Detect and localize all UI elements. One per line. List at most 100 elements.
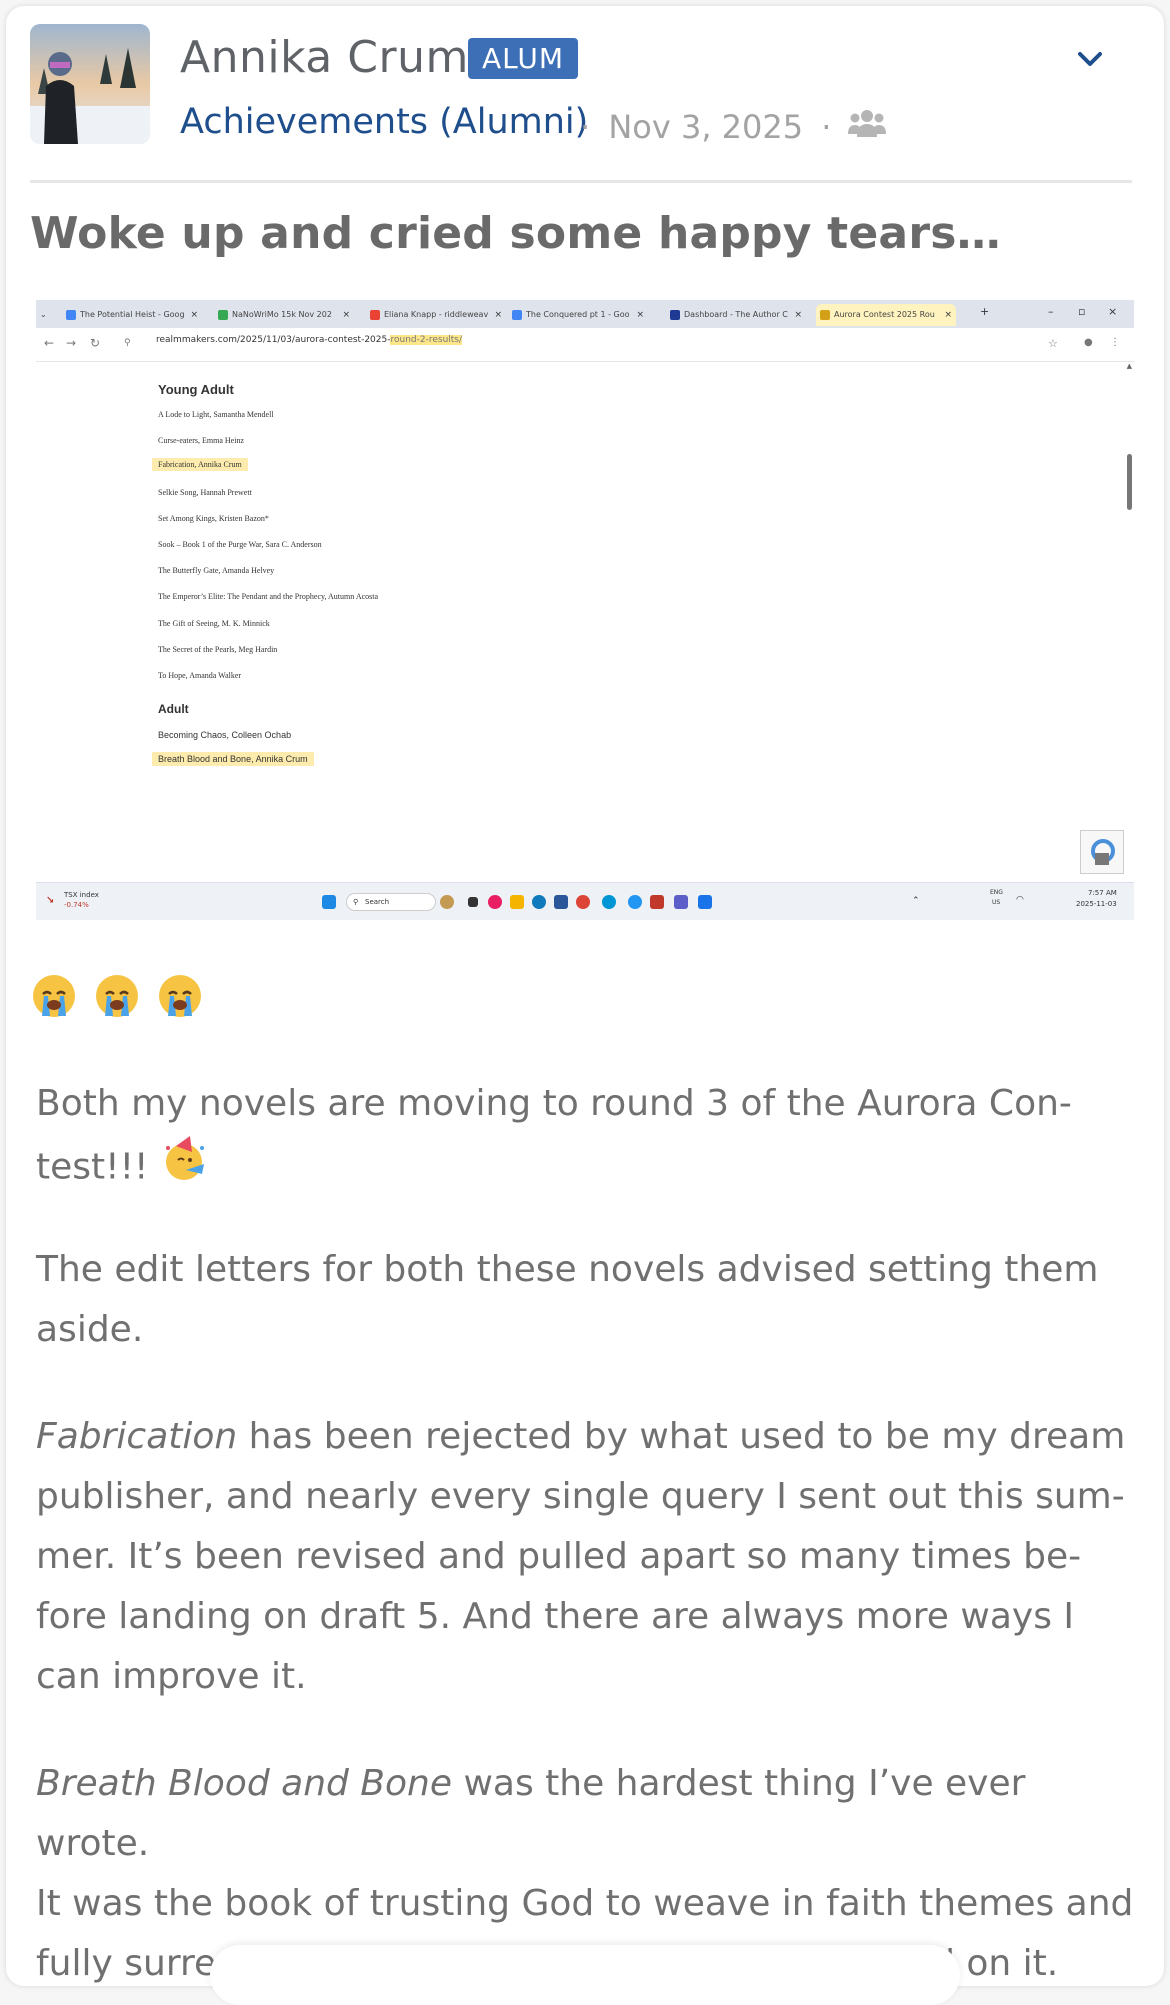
scrollbar xyxy=(1127,454,1132,510)
edge-icon xyxy=(532,895,546,909)
app-icon xyxy=(698,895,712,909)
book-title: Fabrication xyxy=(36,1416,238,1457)
avatar[interactable] xyxy=(30,24,150,144)
paragraph-line: publisher, and nearly every single query… xyxy=(36,1476,1125,1517)
reload-icon: ↻ xyxy=(90,336,101,350)
author-name[interactable]: Annika Crum xyxy=(180,32,469,83)
copilot-icon xyxy=(488,895,502,909)
loudly-crying-face-icon xyxy=(93,972,141,1024)
browser-tab[interactable]: The Conquered pt 1 - Goo × xyxy=(508,304,648,326)
paragraph: Both my novels are moving to round 3 of … xyxy=(36,1074,1136,1203)
stock-chart-icon: ↘ xyxy=(46,895,55,906)
page-content: ▲ Young Adult A Lode to Light, Samantha … xyxy=(36,362,1134,882)
post-title: Woke up and cried some happy tears… xyxy=(30,208,1001,259)
close-tab-icon[interactable]: × xyxy=(794,304,802,326)
post-header: Annika Crum ALUM Achievements (Alumni) ·… xyxy=(30,18,1130,148)
header-divider xyxy=(30,180,1132,183)
list-item: To Hope, Amanda Walker xyxy=(158,671,242,680)
browser-tab-bar: ⌄ The Potential Heist - Goog × NaNoWriMo 1… xyxy=(36,300,1134,328)
chevron-down-icon[interactable] xyxy=(1070,38,1110,78)
paragraph-line: Both my novels are moving to round 3 of … xyxy=(36,1083,1072,1124)
address-bar: ← → ↻ ⚲ realmmakers.com/2025/11/03/auror… xyxy=(36,328,1134,362)
emoji-row xyxy=(30,972,214,1024)
list-item-highlighted: Fabrication, Annika Crum xyxy=(152,458,248,471)
taskbar-search-label: Search xyxy=(365,898,390,906)
tab-list-icon: ⌄ xyxy=(40,310,47,319)
paragraph-line: test!!! xyxy=(36,1134,1136,1203)
tab-favicon-icon xyxy=(512,310,522,320)
tab-label: The Conquered pt 1 - Goo xyxy=(526,310,630,319)
paragraph-line: It was the book of trusting God to weave… xyxy=(36,1883,1134,1924)
close-tab-icon[interactable]: × xyxy=(190,304,198,326)
meta-separator: · xyxy=(580,108,591,146)
tab-label: Dashboard - The Author C xyxy=(684,310,788,319)
taskbar-search: ⚲ Search xyxy=(346,893,436,911)
tray-chevron-icon: ⌃ xyxy=(912,896,920,906)
close-tab-icon[interactable]: × xyxy=(944,304,952,326)
browser-tab[interactable]: The Potential Heist - Goog × xyxy=(62,304,202,326)
site-info-icon: ⚲ xyxy=(124,338,131,348)
meta-separator: · xyxy=(821,108,832,146)
close-tab-icon[interactable]: × xyxy=(342,304,350,326)
tray-region: US xyxy=(992,899,1001,906)
browser-tab[interactable]: Eliana Knapp - riddleweav × xyxy=(366,304,506,326)
group-link[interactable]: Achievements (Alumni) xyxy=(180,102,588,142)
chrome-icon xyxy=(576,895,590,909)
loudly-crying-face-icon xyxy=(156,972,204,1024)
section-heading: Young Adult xyxy=(158,382,234,397)
list-item: The Butterfly Gate, Amanda Helvey xyxy=(158,566,275,575)
list-item: The Secret of the Pearls, Meg Hardin xyxy=(158,645,278,654)
mcafee-icon xyxy=(650,895,664,909)
post-date[interactable]: Nov 3, 2025 xyxy=(608,108,803,146)
stock-change: -0.74% xyxy=(64,901,89,909)
close-tab-icon[interactable]: × xyxy=(494,304,502,326)
paragraph-text: test!!! xyxy=(36,1146,149,1188)
recaptcha-badge xyxy=(1080,830,1124,874)
browser-tab[interactable]: Aurora Contest 2025 Rou × xyxy=(816,304,956,326)
book-title: Breath Blood and Bone xyxy=(36,1763,452,1804)
url-highlight: round-2-results/ xyxy=(390,335,463,345)
hp-icon xyxy=(602,895,616,909)
back-icon: ← xyxy=(44,336,55,350)
embedded-screenshot[interactable]: ⌄ The Potential Heist - Goog × NaNoWriMo 1… xyxy=(36,300,1134,920)
close-window-icon: × xyxy=(1108,305,1118,318)
scroll-up-icon: ▲ xyxy=(1126,362,1132,370)
tray-date: 2025-11-03 xyxy=(1076,900,1117,908)
browser-tab[interactable]: NaNoWriMo 15k Nov 202 × xyxy=(214,304,354,326)
kebab-menu-icon: ⋮ xyxy=(1110,337,1120,348)
bottom-floating-bar[interactable] xyxy=(210,1945,960,2005)
loudly-crying-face-icon xyxy=(30,972,78,1024)
store-icon xyxy=(554,895,568,909)
tab-favicon-icon xyxy=(820,310,830,320)
list-item: A Lode to Light, Samantha Mendell xyxy=(158,410,274,419)
list-item: Set Among Kings, Kristen Bazon* xyxy=(158,514,269,523)
new-tab-icon: + xyxy=(980,305,990,318)
list-item-highlighted: Breath Blood and Bone, Annika Crum xyxy=(152,752,314,766)
profile-icon: ● xyxy=(1084,337,1093,348)
browser-tab[interactable]: Dashboard - The Author C × xyxy=(666,304,806,326)
windows-start-icon xyxy=(322,895,336,909)
list-item: Curse-eaters, Emma Heinz xyxy=(158,436,244,445)
tab-label: Eliana Knapp - riddleweav xyxy=(384,310,489,319)
paragraph-line: aside. xyxy=(36,1309,144,1350)
app-icon xyxy=(628,895,642,909)
url-base: realmmakers.com/2025/11/03/aurora-contes… xyxy=(156,335,391,345)
tray-lang: ENG xyxy=(990,889,1003,896)
list-item: The Emperor’s Elite: The Pendant and the… xyxy=(158,592,379,601)
tab-favicon-icon xyxy=(670,310,680,320)
tab-label: The Potential Heist - Goog xyxy=(80,310,185,319)
star-icon: ☆ xyxy=(1048,337,1058,350)
partying-face-icon xyxy=(160,1134,210,1203)
maximize-icon: ▫ xyxy=(1078,305,1086,318)
close-tab-icon[interactable]: × xyxy=(636,304,644,326)
tab-favicon-icon xyxy=(218,310,228,320)
tab-favicon-icon xyxy=(66,310,76,320)
teams-icon xyxy=(674,895,688,909)
post-meta: · Nov 3, 2025 · xyxy=(580,106,886,147)
section-heading: Adult xyxy=(158,702,189,716)
paragraph-line: mer. It’s been revised and pulled apart … xyxy=(36,1536,1082,1577)
list-item: The Gift of Seeing, M. K. Minnick xyxy=(158,619,270,628)
url-text: realmmakers.com/2025/11/03/aurora-contes… xyxy=(156,335,463,345)
forward-icon: → xyxy=(66,336,77,350)
search-icon: ⚲ xyxy=(353,898,359,906)
